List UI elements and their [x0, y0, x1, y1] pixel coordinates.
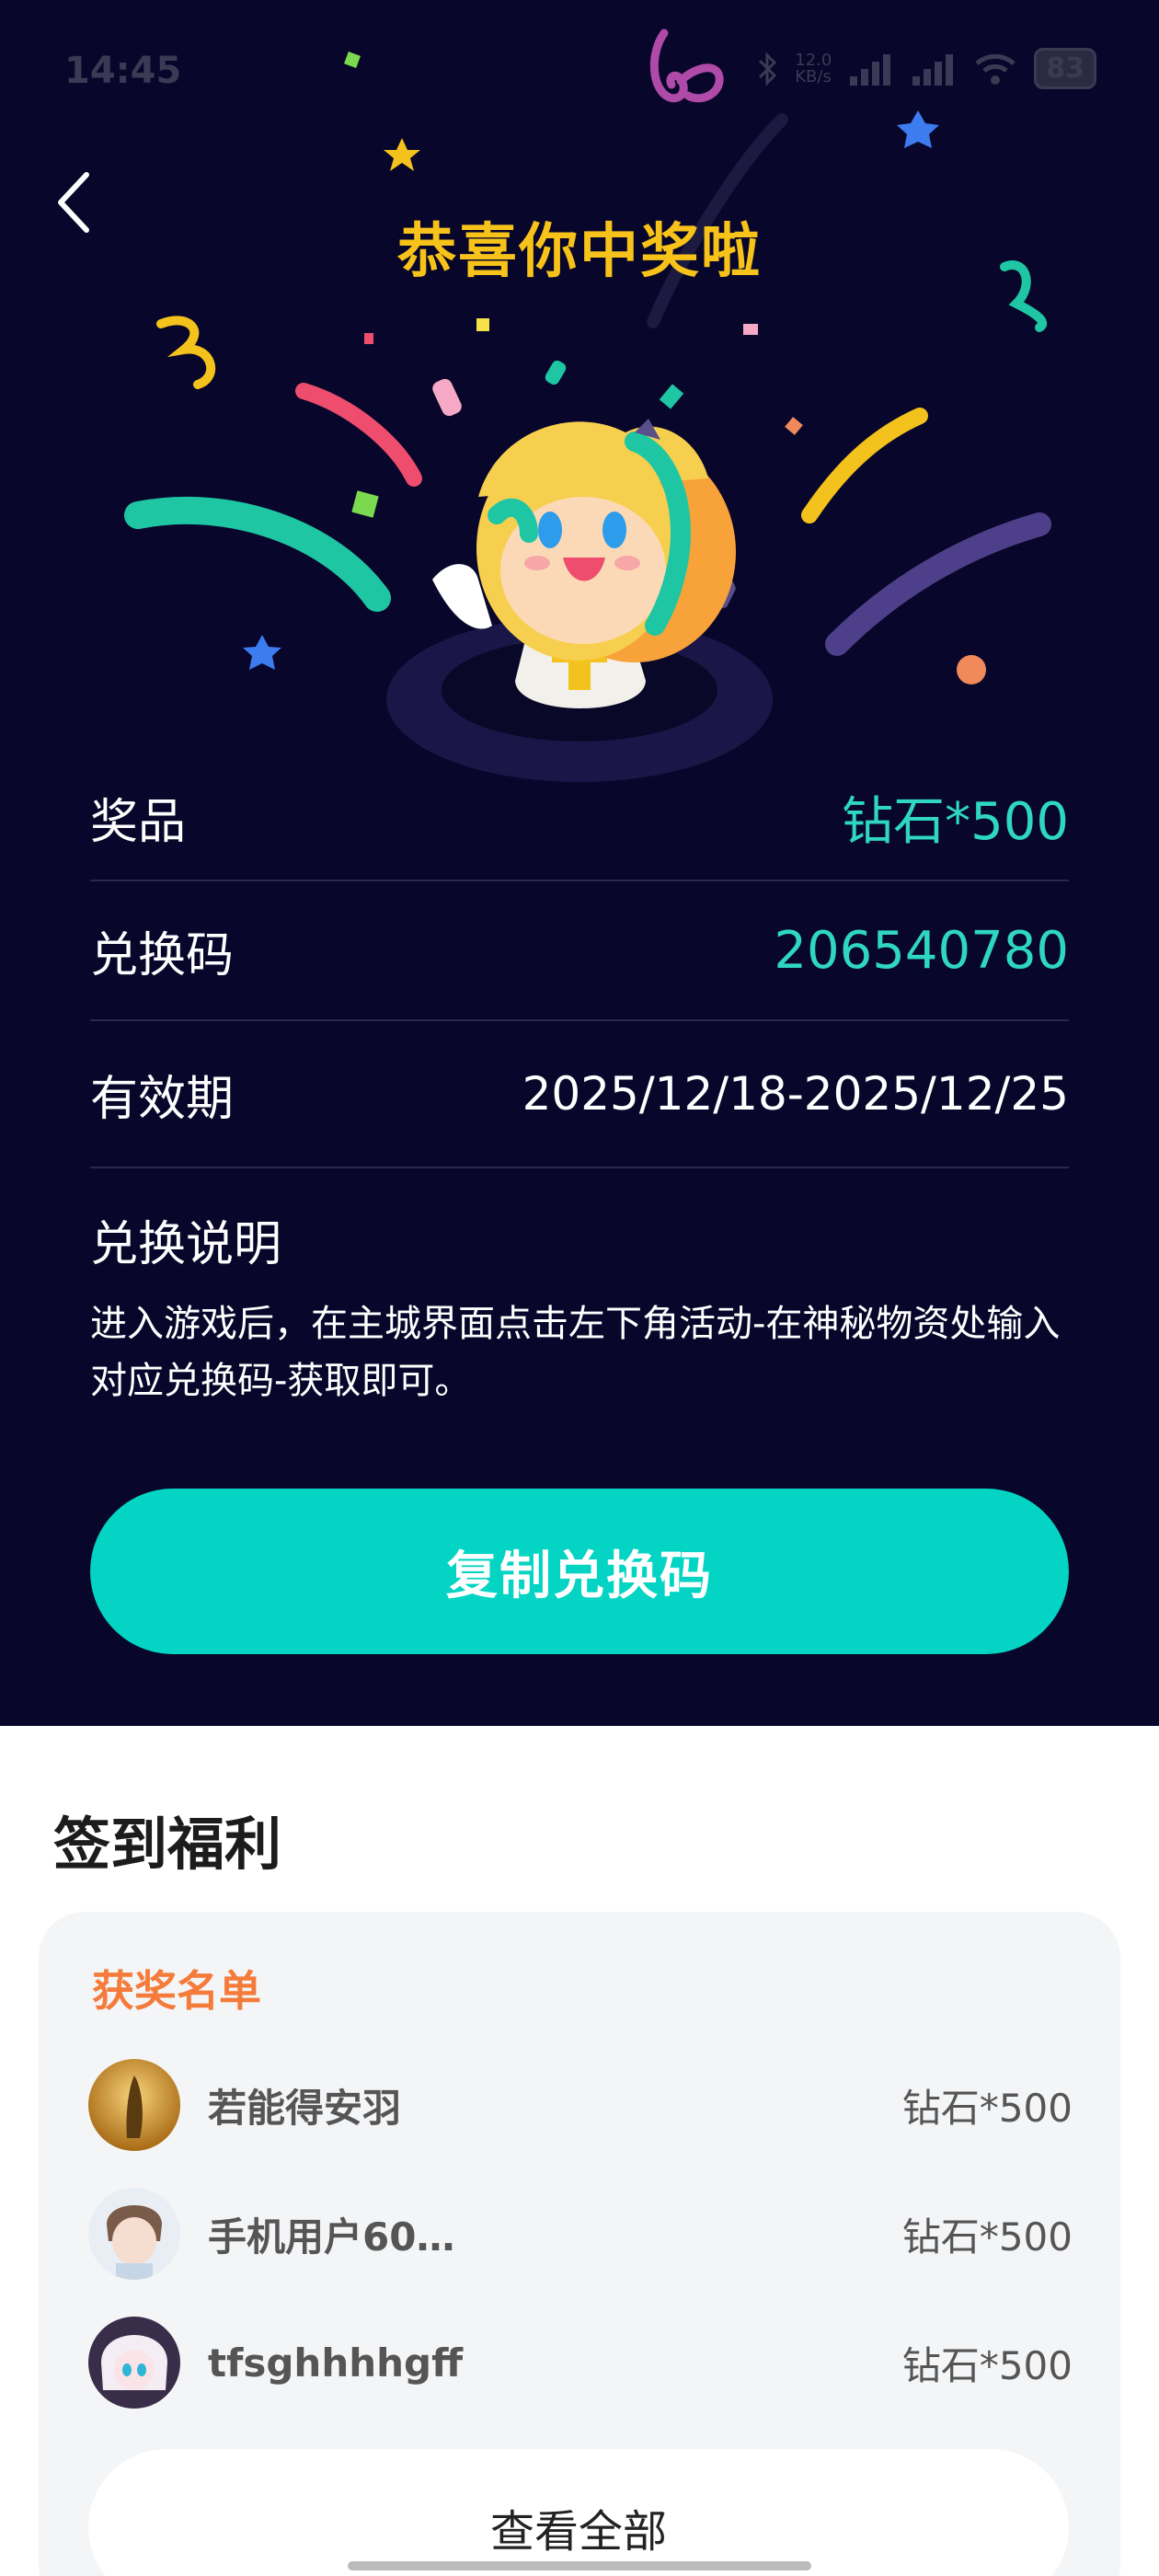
winner-prize: 钻石*500	[901, 2214, 1073, 2260]
winner-name: 若能得安羽	[208, 2085, 402, 2131]
winners-card: 获奖名单 若能得安羽 钻石*500 手机用户60… 钻石*500 tfsghhh…	[39, 1912, 1120, 2576]
winner-row[interactable]: tfsghhhhgff 钻石*500	[88, 2317, 1073, 2409]
prize-label: 奖品	[90, 794, 187, 850]
winner-row[interactable]: 手机用户60… 钻石*500	[88, 2188, 1073, 2280]
home-indicator[interactable]	[348, 2561, 811, 2570]
winner-prize: 钻石*500	[901, 2342, 1073, 2388]
validity-row: 有效期 2025/12/18-2025/12/25	[90, 1021, 1069, 1168]
prize-details: 奖品 钻石*500 兑换码 206540780 有效期 2025/12/18-2…	[90, 754, 1069, 1168]
instructions-title: 兑换说明	[90, 1217, 282, 1272]
instructions-text: 进入游戏后，在主城界面点击左下角活动-在神秘物资处输入对应兑换码-获取即可。	[90, 1303, 1061, 1402]
avatar	[88, 2059, 180, 2151]
page-title: 恭喜你中奖啦	[397, 218, 762, 286]
copy-code-button[interactable]: 复制兑换码	[90, 1489, 1069, 1654]
validity-label: 有效期	[90, 1071, 235, 1127]
winner-prize: 钻石*500	[901, 2085, 1073, 2131]
winners-title: 获奖名单	[92, 1966, 261, 2016]
winner-name: 手机用户60…	[208, 2214, 455, 2260]
winner-name: tfsghhhhgff	[208, 2340, 464, 2386]
view-all-button[interactable]: 查看全部	[88, 2449, 1069, 2576]
validity-value: 2025/12/18-2025/12/25	[522, 1067, 1069, 1121]
code-row: 兑换码 206540780	[90, 881, 1069, 1021]
prize-row: 奖品 钻石*500	[90, 754, 1069, 881]
winner-row[interactable]: 若能得安羽 钻石*500	[88, 2059, 1073, 2151]
prize-value: 钻石*500	[842, 791, 1069, 852]
redeem-code: 206540780	[774, 920, 1069, 981]
celebration-illustration	[124, 52, 1051, 782]
section-title: 签到福利	[53, 1811, 282, 1878]
avatar	[88, 2317, 180, 2409]
prize-panel: 14:45 12.0 KB/s 83 恭喜你中奖啦 奖品 钻石*500 兑换码 …	[0, 0, 1159, 1726]
avatar	[88, 2188, 180, 2280]
code-label: 兑换码	[90, 927, 235, 983]
